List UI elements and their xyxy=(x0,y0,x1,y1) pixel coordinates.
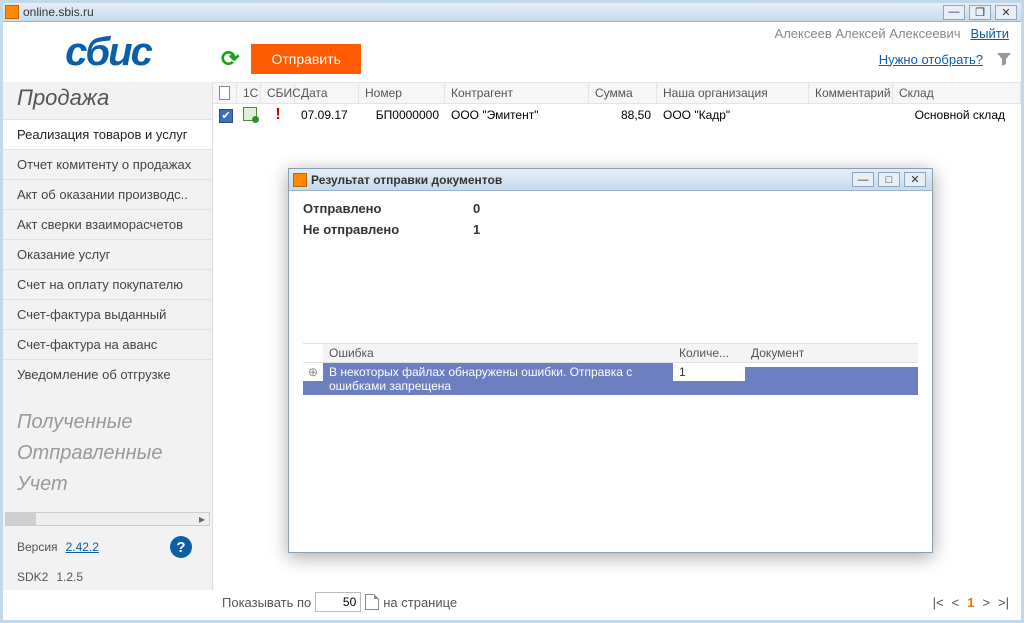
dlg-col-document[interactable]: Документ xyxy=(745,344,918,362)
col-warehouse[interactable]: Склад xyxy=(893,83,1021,103)
sidebar-section[interactable]: Учет xyxy=(17,469,198,500)
app-window: online.sbis.ru — ❐ ✕ сбис Алексеев Алекс… xyxy=(0,0,1024,623)
logo-text: сбис xyxy=(65,30,151,75)
page-current: 1 xyxy=(967,595,974,610)
user-name: Алексеев Алексей Алексеевич xyxy=(775,26,961,41)
cell-org: ООО "Кадр" xyxy=(657,108,809,122)
refresh-icon[interactable]: ⟳ xyxy=(221,46,239,72)
app-icon xyxy=(5,5,19,19)
row-checkbox[interactable]: ✔ xyxy=(219,109,233,123)
sidebar-section[interactable]: Полученные xyxy=(17,407,198,438)
dlg-col-count[interactable]: Количе... xyxy=(673,344,745,362)
pagination: |< < 1 > >| xyxy=(933,595,1009,610)
version-label: Версия xyxy=(17,540,58,554)
sidebar-item[interactable]: Акт об оказании производс.. xyxy=(3,179,212,209)
col-num[interactable]: Номер xyxy=(359,83,445,103)
sent-label: Отправлено xyxy=(303,201,473,216)
window-title: online.sbis.ru xyxy=(23,5,943,19)
send-button[interactable]: Отправить xyxy=(251,44,360,74)
page-icon xyxy=(365,594,379,610)
page-prev[interactable]: < xyxy=(952,595,960,610)
col-comment[interactable]: Комментарий xyxy=(809,83,893,103)
table-header: 1С СБИС Дата Номер Контрагент Сумма Наша… xyxy=(213,82,1021,104)
col-sbis[interactable]: СБИС xyxy=(261,83,295,103)
not-sent-value: 1 xyxy=(473,222,480,237)
logo: сбис xyxy=(3,30,213,75)
col-1c[interactable]: 1С xyxy=(237,83,261,103)
table-row[interactable]: ✔ ! 07.09.17 БП0000000 ООО "Эмитент" 88,… xyxy=(213,104,1021,126)
page-next[interactable]: > xyxy=(982,595,990,610)
cell-date: 07.09.17 xyxy=(295,108,359,122)
dialog-minimize-button[interactable]: — xyxy=(852,172,874,187)
dlg-cell-error: В некоторых файлах обнаружены ошибки. От… xyxy=(323,363,673,395)
dlg-cell-doc xyxy=(745,363,918,367)
window-minimize-button[interactable]: — xyxy=(943,5,965,20)
sidebar-item[interactable]: Счет-фактура на аванс xyxy=(3,329,212,359)
window-restore-button[interactable]: ❐ xyxy=(969,5,991,20)
expand-icon[interactable]: ⊕ xyxy=(303,363,323,381)
sidebar-item[interactable]: Отчет комитенту о продажах xyxy=(3,149,212,179)
on-page-label: на странице xyxy=(383,595,457,610)
col-sum[interactable]: Сумма xyxy=(589,83,657,103)
warning-icon: ! xyxy=(275,106,280,123)
per-page-input[interactable] xyxy=(315,592,361,612)
cell-warehouse: Основной склад xyxy=(893,108,1021,122)
sent-value: 0 xyxy=(473,201,480,216)
dlg-cell-count: 1 xyxy=(673,363,745,381)
doc-1c-icon xyxy=(243,107,257,121)
cell-sum: 88,50 xyxy=(589,108,657,122)
dialog-maximize-button[interactable]: □ xyxy=(878,172,900,187)
sidebar-title: Продажа xyxy=(3,82,212,119)
logout-link[interactable]: Выйти xyxy=(971,26,1010,41)
sdk-label: SDK2 xyxy=(17,570,48,584)
app-icon xyxy=(293,173,307,187)
dlg-row[interactable]: ⊕ В некоторых файлах обнаружены ошибки. … xyxy=(303,363,918,395)
filter-icon[interactable] xyxy=(995,50,1013,68)
window-close-button[interactable]: ✕ xyxy=(995,5,1017,20)
cell-contragent: ООО "Эмитент" xyxy=(445,108,589,122)
sidebar-item[interactable]: Уведомление об отгрузке xyxy=(3,359,212,389)
show-by-label: Показывать по xyxy=(222,595,311,610)
col-org[interactable]: Наша организация xyxy=(657,83,809,103)
send-result-dialog: Результат отправки документов — □ ✕ Отпр… xyxy=(288,168,933,553)
sdk-value: 1.2.5 xyxy=(56,570,83,584)
page-first[interactable]: |< xyxy=(933,595,944,610)
sidebar-item[interactable]: Акт сверки взаиморасчетов xyxy=(3,209,212,239)
not-sent-label: Не отправлено xyxy=(303,222,473,237)
sidebar-item[interactable]: Реализация товаров и услуг xyxy=(3,119,212,149)
sidebar-section[interactable]: Отправленные xyxy=(17,438,198,469)
page-last[interactable]: >| xyxy=(998,595,1009,610)
col-date[interactable]: Дата xyxy=(295,83,359,103)
sidebar: Продажа Реализация товаров и услуг Отчет… xyxy=(3,82,213,590)
sidebar-scrollbar[interactable]: ▸ xyxy=(5,512,210,526)
version-value[interactable]: 2.42.2 xyxy=(66,540,99,554)
sidebar-list: Реализация товаров и услуг Отчет комитен… xyxy=(3,119,212,389)
header: сбис Алексеев Алексей Алексеевич Выйти ⟳… xyxy=(3,22,1021,82)
col-contragent[interactable]: Контрагент xyxy=(445,83,589,103)
dlg-col-error[interactable]: Ошибка xyxy=(323,344,673,362)
need-filter-link[interactable]: Нужно отобрать? xyxy=(879,52,983,67)
footer: Показывать по на странице |< < 1 > >| xyxy=(216,587,1015,617)
cell-num: БП0000000 xyxy=(359,108,445,122)
sidebar-item[interactable]: Счет-фактура выданный xyxy=(3,299,212,329)
select-all-checkbox[interactable] xyxy=(219,86,230,100)
sidebar-item[interactable]: Оказание услуг xyxy=(3,239,212,269)
help-icon[interactable]: ? xyxy=(170,536,192,558)
dialog-close-button[interactable]: ✕ xyxy=(904,172,926,187)
window-title-bar: online.sbis.ru — ❐ ✕ xyxy=(3,3,1021,22)
dialog-title: Результат отправки документов xyxy=(311,173,852,187)
sidebar-item[interactable]: Счет на оплату покупателю xyxy=(3,269,212,299)
